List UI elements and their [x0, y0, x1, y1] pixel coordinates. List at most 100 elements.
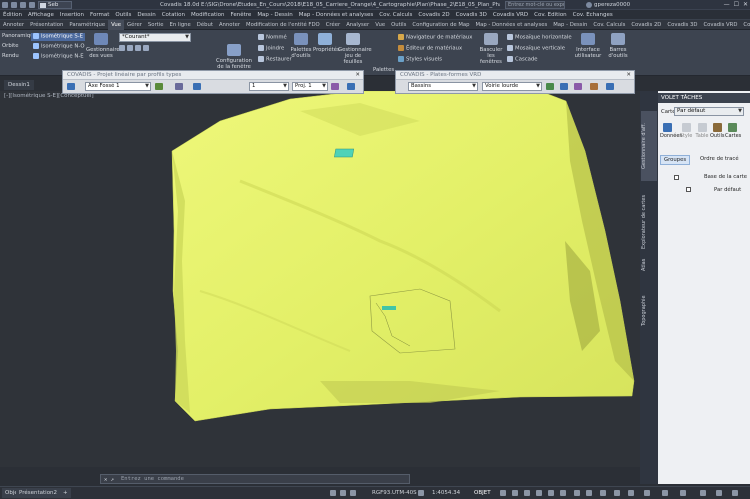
- polar-icon[interactable]: [512, 490, 518, 496]
- drawing-canvas[interactable]: [-][Isométrique S-E][Conceptuel]: [0, 91, 640, 467]
- cascade-button[interactable]: Cascade: [507, 56, 537, 64]
- menu-item[interactable]: Covadis VRD: [490, 12, 531, 18]
- ribbon-tab[interactable]: Gérer: [124, 20, 145, 30]
- open-file-icon[interactable]: [11, 2, 17, 8]
- tile-vertical-button[interactable]: Mosaïque verticale: [507, 45, 565, 53]
- tree-base-map[interactable]: Base de la carte: [704, 174, 747, 180]
- menu-item[interactable]: Cov. Edition: [531, 12, 570, 18]
- tools-button[interactable]: Outils: [710, 123, 724, 139]
- tab-profile-icon[interactable]: [175, 83, 183, 90]
- menu-item[interactable]: Édition: [0, 12, 25, 18]
- map-icon[interactable]: [418, 490, 424, 496]
- menu-item[interactable]: Cov. Calculs: [376, 12, 415, 18]
- settings-icon[interactable]: [331, 83, 339, 90]
- lineweight-icon[interactable]: [548, 490, 554, 496]
- tab-atlas[interactable]: Atlas: [641, 251, 657, 279]
- map-select[interactable]: Par défaut ▼: [674, 107, 744, 116]
- object-mode[interactable]: OBJET: [474, 488, 491, 498]
- menu-item[interactable]: Dessin: [134, 12, 158, 18]
- toolbar-title[interactable]: COVADIS - Plates-formes VRD ✕: [396, 71, 634, 80]
- lock-icon[interactable]: [716, 490, 722, 496]
- ribbon-tab[interactable]: Covadis 2D: [628, 20, 664, 30]
- user-account[interactable]: gpereza0000: [586, 1, 630, 9]
- viewport-combo[interactable]: *Courant* ▼: [119, 33, 191, 42]
- road-type-select[interactable]: Voirie lourde ▼: [482, 82, 542, 91]
- ribbon-tab[interactable]: Map - Données et analyses: [473, 20, 551, 30]
- tab-topography[interactable]: Topographie: [641, 291, 657, 331]
- document-tab[interactable]: Dessin1: [4, 80, 34, 90]
- ribbon-tab[interactable]: Annoter: [216, 20, 243, 30]
- properties-button[interactable]: Propriétés: [313, 33, 340, 53]
- view-manager-button[interactable]: Gestionnaire des vues: [86, 33, 120, 59]
- menu-item[interactable]: Cov. Echanges: [570, 12, 616, 18]
- ribbon-tab[interactable]: Début: [194, 20, 216, 30]
- menu-item[interactable]: Cotation: [159, 12, 188, 18]
- settings-icon[interactable]: [700, 490, 706, 496]
- transparency-icon[interactable]: [560, 490, 566, 496]
- toolbar-title[interactable]: COVADIS - Projet linéaire par profils ty…: [63, 71, 363, 80]
- view-orbite[interactable]: Orbite: [2, 43, 19, 50]
- menu-item[interactable]: Covadis 2D: [415, 12, 452, 18]
- isolate-icon[interactable]: [614, 490, 620, 496]
- osnap-icon[interactable]: [524, 490, 530, 496]
- table-button[interactable]: Table: [695, 123, 709, 139]
- ribbon-tab[interactable]: Outils: [388, 20, 409, 30]
- viewport-config-button[interactable]: Configuration de la fenêtre: [216, 44, 252, 70]
- profile-type-icon[interactable]: [193, 83, 201, 90]
- ribbon-tab[interactable]: Vue: [108, 19, 125, 30]
- axis-select[interactable]: Axe Fossé 1 ▼: [85, 82, 151, 91]
- slope-icon[interactable]: [574, 83, 582, 90]
- ribbon-tab[interactable]: Configuration de Map: [409, 20, 472, 30]
- model-icon[interactable]: [330, 490, 336, 496]
- platform-edit-icon[interactable]: [560, 83, 568, 90]
- axis-icon[interactable]: [67, 83, 75, 90]
- volume-icon[interactable]: [590, 83, 598, 90]
- restore-button[interactable]: Restaurer: [258, 56, 292, 64]
- ribbon-tab[interactable]: Map - Dessin: [550, 20, 590, 30]
- default-layer-checkbox[interactable]: [686, 187, 691, 192]
- draw-order-tab[interactable]: Ordre de tracé: [700, 156, 739, 162]
- ribbon-tab[interactable]: Créer: [323, 20, 343, 30]
- switch-windows-button[interactable]: Basculer les fenêtres: [478, 33, 504, 65]
- isometric-se-item[interactable]: Isométrique S-E: [31, 33, 85, 41]
- groups-tab[interactable]: Groupes: [660, 155, 691, 165]
- help-search-input[interactable]: Entrez mot-clé ou expression: [505, 1, 565, 9]
- base-map-checkbox[interactable]: [674, 175, 679, 180]
- menu-item[interactable]: Insertion: [57, 12, 87, 18]
- viewport-tool-icon[interactable]: [127, 45, 133, 51]
- sheet-set-manager-button[interactable]: Gestionnaire jeu de feuilles: [338, 33, 372, 65]
- tool-palettes-button[interactable]: Palettes d'outils: [290, 33, 312, 59]
- maps-button[interactable]: Cartes: [725, 123, 741, 139]
- grid-icon[interactable]: [340, 490, 346, 496]
- close-icon[interactable]: ✕: [626, 71, 631, 79]
- workspace-switch-icon[interactable]: [586, 490, 592, 496]
- platform-icon[interactable]: [546, 83, 554, 90]
- save-icon[interactable]: [20, 2, 26, 8]
- ribbon-tab[interactable]: En ligne: [166, 20, 193, 30]
- isometric-ne-item[interactable]: Isométrique N-E: [31, 53, 86, 61]
- customize-icon[interactable]: [662, 490, 668, 496]
- tree-default-layer[interactable]: Par défaut: [714, 187, 741, 193]
- layout-tab-presentation2[interactable]: Présentation2: [16, 488, 61, 498]
- menu-item[interactable]: Map - Dessin: [254, 12, 295, 18]
- export-icon[interactable]: [347, 83, 355, 90]
- menu-item[interactable]: Map - Données et analyses: [296, 12, 376, 18]
- annotation-icon[interactable]: [574, 490, 580, 496]
- menu-item[interactable]: Affichage: [25, 12, 57, 18]
- project-select[interactable]: Proj. 1 ▼: [292, 82, 328, 91]
- ribbon-tab[interactable]: Vue: [372, 20, 388, 30]
- coordinate-system[interactable]: RGF93.UTM-40S: [372, 488, 417, 498]
- close-icon[interactable]: ✕: [355, 71, 360, 79]
- ribbon-tab[interactable]: Paramétrique: [66, 20, 108, 30]
- notification-icon[interactable]: [680, 490, 686, 496]
- close-window-button[interactable]: ✕: [743, 1, 748, 9]
- materials-browser-button[interactable]: Navigateur de matériaux: [398, 34, 472, 42]
- hardware-icon[interactable]: [628, 490, 634, 496]
- ribbon-tab[interactable]: Analyser: [343, 20, 372, 30]
- profile-number-select[interactable]: 1 ▼: [249, 82, 289, 91]
- new-file-icon[interactable]: [2, 2, 8, 8]
- visual-styles-button[interactable]: Styles visuels: [398, 56, 442, 64]
- ribbon-tab[interactable]: Covadis 3D: [664, 20, 700, 30]
- toolbars-button[interactable]: Barres d'outils: [604, 33, 632, 59]
- ribbon-tab[interactable]: Annoter: [0, 20, 27, 30]
